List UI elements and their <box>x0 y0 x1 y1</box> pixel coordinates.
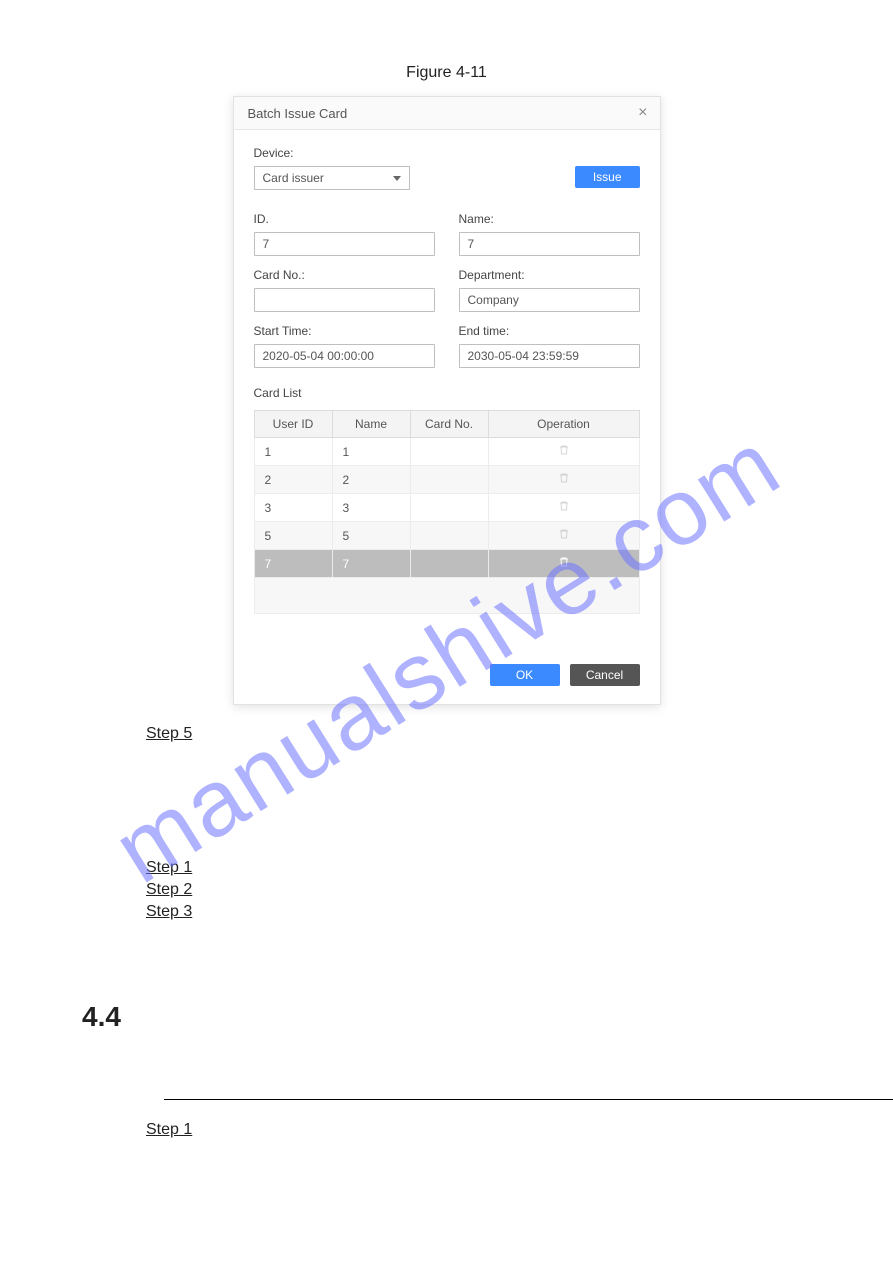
cell-cardno <box>410 438 488 466</box>
cell-userid: 1 <box>254 438 332 466</box>
card-list-table: User ID Name Card No. Operation 1 1 <box>254 410 640 614</box>
table-row[interactable]: 7 7 <box>254 550 639 578</box>
trash-icon[interactable] <box>558 529 570 543</box>
issue-button[interactable]: Issue <box>575 166 640 188</box>
section-number: 4.4 <box>82 1001 811 1033</box>
cell-name: 3 <box>332 494 410 522</box>
cancel-button[interactable]: Cancel <box>570 664 640 686</box>
dialog-header: Batch Issue Card × <box>234 97 660 130</box>
name-input[interactable]: 7 <box>459 232 640 256</box>
cardno-input[interactable] <box>254 288 435 312</box>
cell-cardno <box>410 522 488 550</box>
table-header-row: User ID Name Card No. Operation <box>254 411 639 438</box>
col-cardno: Card No. <box>410 411 488 438</box>
trash-icon[interactable] <box>558 501 570 515</box>
cell-userid: 3 <box>254 494 332 522</box>
cell-name: 2 <box>332 466 410 494</box>
step-link-5[interactable]: Step 5 <box>146 725 192 743</box>
start-time-input[interactable]: 2020-05-04 00:00:00 <box>254 344 435 368</box>
table-row[interactable]: 3 3 <box>254 494 639 522</box>
trash-icon[interactable] <box>558 445 570 459</box>
department-label: Department: <box>459 268 640 282</box>
cell-userid: 5 <box>254 522 332 550</box>
cell-operation <box>488 550 639 578</box>
dialog-title: Batch Issue Card <box>248 106 348 121</box>
trash-icon[interactable] <box>558 557 570 571</box>
col-userid: User ID <box>254 411 332 438</box>
id-input[interactable]: 7 <box>254 232 435 256</box>
cell-operation <box>488 438 639 466</box>
cell-operation <box>488 522 639 550</box>
cell-name: 1 <box>332 438 410 466</box>
table-row[interactable]: 2 2 <box>254 466 639 494</box>
cell-operation <box>488 466 639 494</box>
table-row[interactable]: 5 5 <box>254 522 639 550</box>
department-input[interactable]: Company <box>459 288 640 312</box>
trash-icon[interactable] <box>558 473 570 487</box>
figure-caption: Figure 4-11 <box>82 64 811 82</box>
id-label: ID. <box>254 212 435 226</box>
cell-cardno <box>410 494 488 522</box>
device-select[interactable]: Card issuer <box>254 166 410 190</box>
step-link-2[interactable]: Step 2 <box>146 881 192 899</box>
step-link-1b[interactable]: Step 1 <box>146 1121 192 1139</box>
close-icon[interactable]: × <box>638 105 647 121</box>
cell-userid: 2 <box>254 466 332 494</box>
cell-name: 7 <box>332 550 410 578</box>
cardno-label: Card No.: <box>254 268 435 282</box>
name-label: Name: <box>459 212 640 226</box>
col-name: Name <box>332 411 410 438</box>
device-select-value: Card issuer <box>263 167 324 189</box>
table-row[interactable]: 1 1 <box>254 438 639 466</box>
batch-issue-card-dialog: Batch Issue Card × Device: Card issuer I… <box>233 96 661 705</box>
cell-name: 5 <box>332 522 410 550</box>
card-list-label: Card List <box>254 386 640 400</box>
cell-operation <box>488 494 639 522</box>
cell-userid: 7 <box>254 550 332 578</box>
cell-cardno <box>410 550 488 578</box>
start-time-label: Start Time: <box>254 324 435 338</box>
cell-cardno <box>410 466 488 494</box>
step-link-1[interactable]: Step 1 <box>146 859 192 877</box>
step-link-3[interactable]: Step 3 <box>146 903 192 921</box>
ok-button[interactable]: OK <box>490 664 560 686</box>
footer-divider <box>164 1099 893 1100</box>
end-time-input[interactable]: 2030-05-04 23:59:59 <box>459 344 640 368</box>
device-label: Device: <box>254 146 410 160</box>
chevron-down-icon <box>393 176 401 181</box>
table-row-empty <box>254 578 639 614</box>
end-time-label: End time: <box>459 324 640 338</box>
col-operation: Operation <box>488 411 639 438</box>
